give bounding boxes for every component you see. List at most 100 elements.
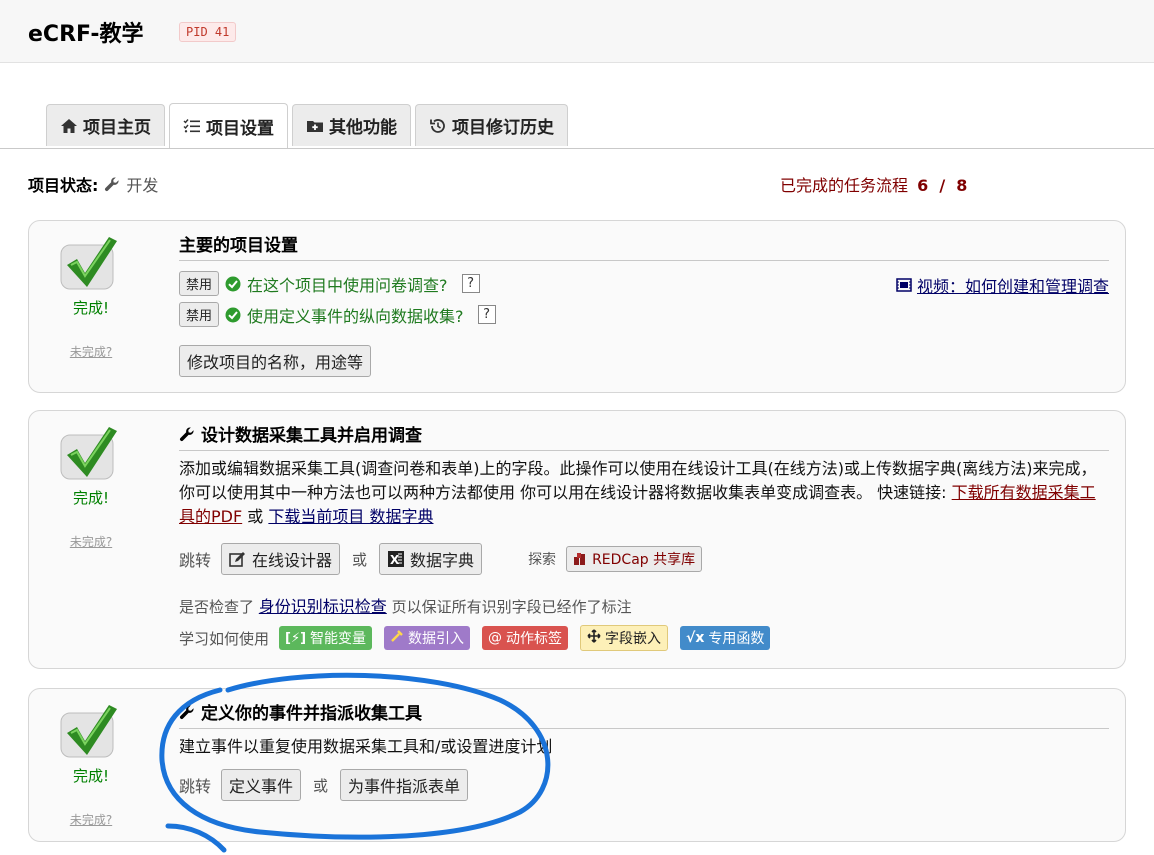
- card-main-settings: 完成! 未完成? 主要的项目设置 禁用 在这个项目中使用问卷调查? ? 视频：如…: [28, 220, 1126, 393]
- status-value: 开发: [126, 176, 159, 195]
- longitudinal-option-row: 禁用 使用定义事件的纵向数据收集? ?: [179, 302, 1109, 327]
- wrench-icon: [104, 176, 120, 192]
- download-dictionary-link[interactable]: 下载当前项目 数据字典: [268, 507, 433, 526]
- modify-project-button[interactable]: 修改项目的名称，用途等: [179, 345, 372, 377]
- tab-divider: [0, 148, 1154, 149]
- disable-longitudinal-button[interactable]: 禁用: [179, 302, 220, 327]
- wrench-icon: [179, 704, 195, 720]
- tag-label: 数据引入: [408, 631, 465, 647]
- or-text: 或: [242, 507, 269, 526]
- identifier-check-prefix: 是否检查了: [179, 598, 255, 616]
- status-label: 项目状态:: [28, 176, 99, 195]
- learn-label: 学习如何使用: [179, 629, 270, 648]
- tag-label: 专用函数: [708, 631, 765, 647]
- card-title: 主要的项目设置: [179, 231, 1109, 261]
- smart-variables-tag[interactable]: [⚡] 智能变量: [279, 626, 373, 650]
- use-longitudinal-text: 使用定义事件的纵向数据收集?: [247, 306, 464, 326]
- explore-label: 探索: [528, 552, 557, 568]
- card-title-text: 主要的项目设置: [179, 236, 298, 256]
- help-icon[interactable]: ?: [461, 274, 480, 293]
- piping-icon: [390, 629, 404, 647]
- progress-sep: /: [939, 176, 946, 195]
- goto-label: 跳转: [179, 551, 212, 570]
- checkmark-icon: [57, 231, 121, 295]
- check-circle-icon: [225, 276, 241, 292]
- data-dictionary-button[interactable]: X 数据字典: [379, 543, 483, 575]
- not-complete-link[interactable]: 未完成?: [29, 343, 153, 360]
- card-content: 主要的项目设置 禁用 在这个项目中使用问卷调查? ? 视频：如何创建和管理调查 …: [179, 231, 1109, 377]
- field-embed-icon: [587, 629, 601, 647]
- progress-total: 8: [956, 176, 968, 195]
- tag-label: 字段嵌入: [605, 631, 662, 647]
- tab-revision-history[interactable]: 项目修订历史: [415, 104, 568, 146]
- online-designer-label: 在线设计器: [252, 551, 333, 570]
- action-tag-icon: @: [488, 630, 503, 646]
- video-link-text[interactable]: 视频：如何创建和管理调查: [917, 273, 1109, 297]
- pid-badge: PID 41: [179, 22, 237, 42]
- card-title: 设计数据采集工具并启用调查: [179, 421, 1109, 451]
- card-title-text: 设计数据采集工具并启用调查: [201, 426, 422, 446]
- tab-label: 项目修订历史: [452, 118, 554, 138]
- list-check-icon: [183, 118, 201, 134]
- checkmark-icon: [57, 699, 121, 763]
- progress-done: 6: [917, 176, 929, 195]
- card-title-text: 定义你的事件并指派收集工具: [201, 704, 422, 724]
- goto-row: 跳转 定义事件 或 为事件指派表单: [179, 769, 1109, 801]
- or-label: 或: [313, 776, 329, 795]
- card-define-events: 完成! 未完成? 定义你的事件并指派收集工具 建立事件以重复使用数据采集工具和/…: [28, 688, 1126, 842]
- action-tags-tag[interactable]: @ 动作标签: [482, 626, 569, 650]
- tab-project-setup[interactable]: 项目设置: [169, 103, 288, 148]
- edit-icon: [229, 551, 247, 567]
- identifier-check-suffix: 页以保证所有识别字段已经作了标注: [391, 598, 632, 616]
- history-icon: [429, 117, 447, 135]
- wrench-icon: [179, 426, 195, 442]
- card-content: 定义你的事件并指派收集工具 建立事件以重复使用数据采集工具和/或设置进度计划 跳…: [179, 699, 1109, 801]
- tab-project-home[interactable]: 项目主页: [46, 104, 165, 146]
- identifier-check-link[interactable]: 身份识别标识检查: [259, 597, 387, 616]
- film-icon: [896, 278, 912, 292]
- designate-instruments-button[interactable]: 为事件指派表单: [340, 769, 469, 801]
- goto-label: 跳转: [179, 777, 212, 796]
- excel-file-icon: X: [387, 550, 405, 568]
- check-circle-icon: [225, 307, 241, 323]
- workflow-progress: 已完成的任务流程 6 / 8: [780, 172, 967, 196]
- field-embedding-tag[interactable]: 字段嵌入: [580, 625, 669, 651]
- video-link[interactable]: 视频：如何创建和管理调查: [896, 273, 1109, 297]
- tag-label: 动作标签: [506, 631, 563, 647]
- card-design-instruments: 完成! 未完成? 设计数据采集工具并启用调查 添加或编辑数据采集工具(调查问卷和…: [28, 410, 1126, 669]
- smart-variable-icon: [⚡]: [285, 630, 307, 646]
- tab-label: 项目主页: [83, 118, 151, 138]
- disable-surveys-button[interactable]: 禁用: [179, 271, 220, 296]
- help-icon[interactable]: ?: [477, 305, 496, 324]
- home-icon: [60, 118, 78, 134]
- not-complete-link[interactable]: 未完成?: [29, 533, 153, 550]
- project-status: 项目状态: 开发: [28, 172, 158, 196]
- piping-tag[interactable]: 数据引入: [384, 626, 471, 650]
- shared-library-button[interactable]: REDCap 共享库: [566, 546, 703, 572]
- tab-label: 其他功能: [329, 118, 397, 138]
- special-functions-tag[interactable]: √x 专用函数: [680, 626, 771, 650]
- or-label: 或: [352, 550, 368, 569]
- learn-row: 学习如何使用 [⚡] 智能变量 数据引入 @ 动作标签 字段嵌入 √x 专用函数: [179, 625, 1109, 651]
- define-events-button[interactable]: 定义事件: [221, 769, 302, 801]
- goto-row: 跳转 在线设计器 或 X 数据字典 探索 REDCap 共享库: [179, 543, 1109, 575]
- online-designer-button[interactable]: 在线设计器: [221, 543, 341, 575]
- card-description: 建立事件以重复使用数据采集工具和/或设置进度计划: [179, 737, 553, 756]
- shared-library-label: REDCap 共享库: [592, 552, 696, 568]
- folder-plus-icon: [306, 118, 324, 134]
- use-surveys-text: 在这个项目中使用问卷调查?: [247, 275, 448, 295]
- done-label: 完成!: [72, 299, 109, 317]
- tab-label: 项目设置: [206, 118, 274, 139]
- not-complete-link[interactable]: 未完成?: [29, 811, 153, 828]
- identifier-check-row: 是否检查了 身份识别标识检查 页以保证所有识别字段已经作了标注: [179, 593, 1109, 617]
- progress-prefix: 已完成的任务流程: [780, 176, 909, 195]
- tab-other-functions[interactable]: 其他功能: [292, 104, 411, 146]
- card-title: 定义你的事件并指派收集工具: [179, 699, 1109, 729]
- done-label: 完成!: [72, 767, 109, 785]
- checkmark-icon: [57, 421, 121, 485]
- survey-option-row: 禁用 在这个项目中使用问卷调查? ? 视频：如何创建和管理调查: [179, 271, 1109, 296]
- tag-label: 智能变量: [310, 631, 367, 647]
- project-title: eCRF-教学: [28, 22, 144, 47]
- header-bar: eCRF-教学 PID 41: [0, 0, 1154, 63]
- card-description: 添加或编辑数据采集工具(调查问卷和表单)上的字段。此操作可以使用在线设计工具(在…: [179, 457, 1109, 529]
